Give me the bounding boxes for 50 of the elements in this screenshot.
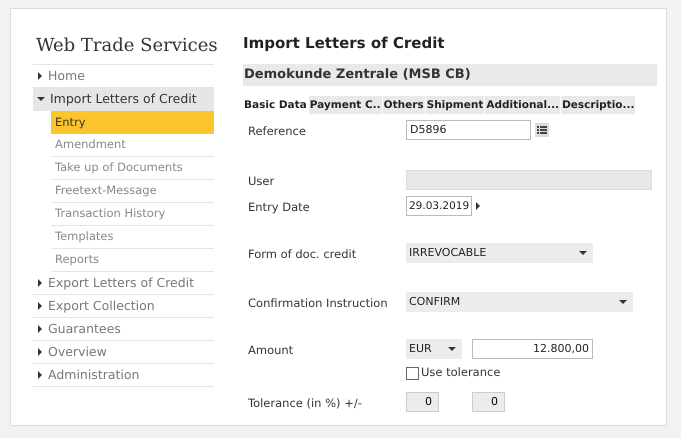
- field-label: Confirmation Instruction: [248, 296, 388, 310]
- nav-item[interactable]: Export Collection: [33, 295, 214, 318]
- field-label: Reference: [248, 124, 306, 138]
- dropdown[interactable]: IRREVOCABLE: [406, 243, 593, 263]
- reference-field[interactable]: D5896: [406, 120, 531, 140]
- field-label: Entry Date: [248, 200, 310, 214]
- tab[interactable]: Shipment: [426, 96, 484, 114]
- field-label: User: [248, 174, 274, 188]
- page-title: Import Letters of Credit: [243, 33, 446, 54]
- nav-subitem[interactable]: Entry: [51, 111, 214, 134]
- field-label: Tolerance (in %) +/-: [248, 396, 362, 410]
- caret-down-icon: [619, 299, 627, 305]
- customer-header: Demokunde Zentrale (MSB CB): [243, 64, 657, 86]
- date-field[interactable]: 29.03.2019: [406, 196, 472, 216]
- list-button[interactable]: [535, 123, 549, 137]
- tab[interactable]: Others: [382, 96, 425, 114]
- nav-item[interactable]: Guarantees: [33, 318, 214, 341]
- nav-subitem[interactable]: Reports: [51, 249, 214, 272]
- nav-subitem[interactable]: Amendment: [51, 134, 214, 157]
- tab[interactable]: Payment C..: [308, 96, 382, 114]
- field-label: Amount: [248, 343, 294, 357]
- nav-item[interactable]: Import Letters of Credit: [33, 88, 214, 111]
- caret-right-icon: [37, 72, 43, 80]
- checkbox-label: Use tolerance: [421, 364, 500, 382]
- tab[interactable]: Descriptio...: [561, 96, 636, 114]
- caret-down-icon: [579, 250, 587, 256]
- nav-subitem[interactable]: Freetext-Message: [51, 180, 214, 203]
- checkbox[interactable]: [406, 366, 419, 380]
- field-label: Form of doc. credit: [248, 247, 356, 261]
- caret-right-icon: [37, 302, 43, 310]
- dropdown[interactable]: CONFIRM: [406, 292, 633, 312]
- tolerance-field[interactable]: 0: [406, 392, 439, 412]
- list-icon: [537, 126, 547, 134]
- caret-right-icon: [37, 279, 43, 287]
- caret-right-icon: [37, 325, 43, 333]
- tab[interactable]: Additional...: [485, 96, 560, 114]
- nav-item[interactable]: Export Letters of Credit: [33, 272, 214, 295]
- nav-subitem[interactable]: Take up of Documents: [51, 157, 214, 180]
- nav-subitem[interactable]: Transaction History: [51, 203, 214, 226]
- caret-down-icon: [448, 346, 456, 352]
- tolerance-field[interactable]: 0: [472, 392, 505, 412]
- nav-subitem[interactable]: Templates: [51, 226, 214, 249]
- caret-right-icon: [475, 202, 481, 210]
- nav-item[interactable]: Administration: [33, 364, 214, 387]
- amount-field[interactable]: 12.800,00: [472, 339, 593, 359]
- caret-down-icon: [37, 96, 45, 102]
- nav-item[interactable]: Overview: [33, 341, 214, 364]
- caret-right-icon: [37, 371, 43, 379]
- currency-dropdown[interactable]: EUR: [406, 339, 462, 359]
- caret-right-icon: [37, 348, 43, 356]
